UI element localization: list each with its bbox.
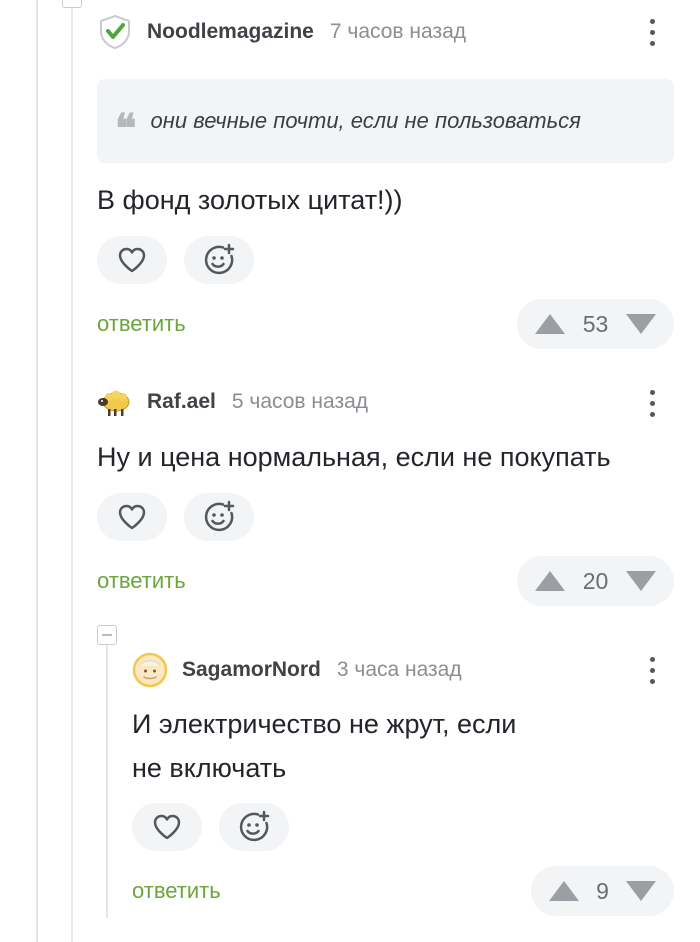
rating-control: 53 (517, 299, 674, 349)
sheep-avatar-icon[interactable] (97, 384, 133, 420)
upvote-icon[interactable] (549, 881, 579, 901)
quote-text: они вечные почти, если не пользоваться (150, 108, 581, 133)
reply-link[interactable]: ответить (132, 878, 221, 904)
upvote-icon[interactable] (535, 571, 565, 591)
rating-count: 53 (582, 310, 609, 337)
reply-link[interactable]: ответить (97, 311, 186, 337)
more-options-icon[interactable] (640, 385, 664, 421)
comment-text-line: не включать (132, 753, 287, 783)
comment-time[interactable]: 5 часов назад (232, 390, 368, 414)
thread-line-inner (71, 0, 73, 942)
add-reaction-button[interactable] (184, 236, 254, 284)
quote-icon: ❝ (115, 105, 137, 152)
add-emoji-icon (204, 243, 235, 275)
rating-control: 9 (531, 866, 674, 916)
downvote-icon[interactable] (626, 314, 656, 334)
rating-count: 9 (596, 877, 609, 904)
comment-3-header: SagamorNord 3 часа назад (132, 650, 462, 690)
comment-author[interactable]: Noodlemagazine (147, 20, 314, 44)
quoted-text-block: ❝ они вечные почти, если не пользоваться (97, 79, 674, 163)
collapse-thread-button-top[interactable] (62, 0, 82, 8)
more-options-icon[interactable] (640, 652, 664, 688)
comment-author[interactable]: SagamorNord (182, 658, 321, 682)
add-reaction-button[interactable] (219, 803, 289, 851)
upvote-icon[interactable] (535, 314, 565, 334)
add-emoji-icon (239, 810, 270, 842)
thread-line-outer (36, 0, 38, 942)
collapse-thread-button[interactable] (97, 625, 117, 645)
downvote-icon[interactable] (625, 881, 656, 901)
comment-time[interactable]: 7 часов назад (330, 20, 466, 44)
comment-author[interactable]: Raf.ael (147, 390, 216, 414)
comment-text: И электричество не жрут, если не включат… (132, 702, 516, 790)
rating-count: 20 (582, 567, 609, 594)
rating-control: 20 (517, 556, 674, 606)
heart-icon (118, 504, 146, 530)
comment-text: В фонд золотых цитат!)) (97, 185, 403, 215)
comment-text: Ну и цена нормальная, если не покупать (97, 442, 611, 472)
like-button[interactable] (132, 803, 202, 851)
thread-line-nested (106, 645, 108, 918)
comment-1-header: Noodlemagazine 7 часов назад (97, 12, 466, 52)
like-button[interactable] (97, 493, 167, 541)
more-options-icon[interactable] (640, 14, 664, 50)
add-emoji-icon (204, 500, 235, 532)
face-avatar-icon[interactable] (132, 652, 168, 688)
verified-shield-icon[interactable] (97, 14, 133, 50)
add-reaction-button[interactable] (184, 493, 254, 541)
heart-icon (118, 247, 146, 273)
comment-2-header: Raf.ael 5 часов назад (97, 382, 368, 422)
like-button[interactable] (97, 236, 167, 284)
downvote-icon[interactable] (626, 571, 656, 591)
heart-icon (153, 814, 181, 840)
comment-text-line: И электричество не жрут, если (132, 709, 517, 739)
reply-link[interactable]: ответить (97, 568, 186, 594)
comment-time[interactable]: 3 часа назад (337, 658, 462, 682)
